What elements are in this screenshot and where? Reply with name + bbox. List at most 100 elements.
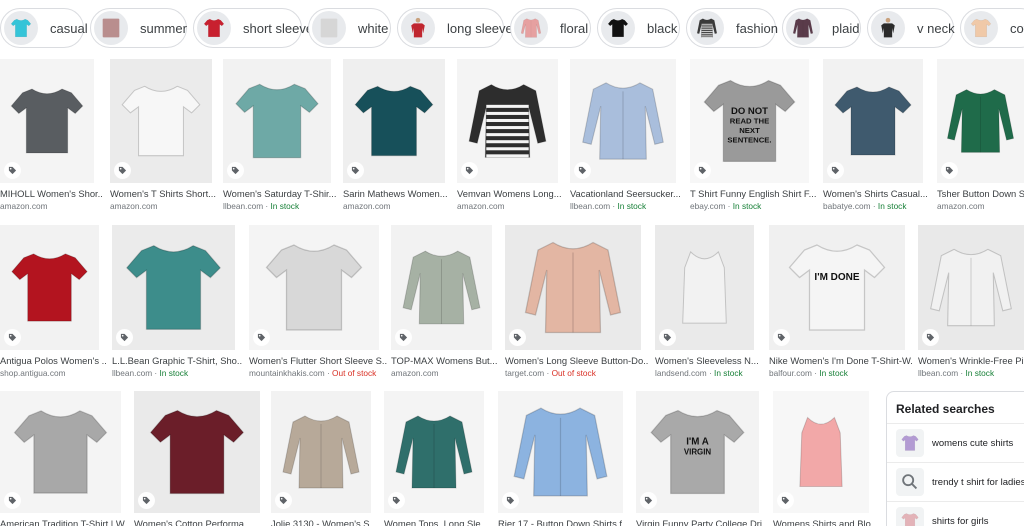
related-search-item[interactable]: womens cute shirts — [887, 423, 1024, 462]
result-meta: llbean.com · In stock — [918, 368, 1024, 378]
result-title[interactable]: Women's Wrinkle-Free Pinpoi... — [918, 355, 1024, 366]
chip-thumbnail — [401, 11, 435, 45]
result-title[interactable]: American Tradition T-Shirt | W... — [0, 518, 129, 526]
result-source: landsend.com — [655, 368, 707, 378]
chip-thumbnail — [964, 11, 998, 45]
product-tag-icon — [574, 162, 591, 179]
filter-chip-black[interactable]: black — [597, 8, 680, 48]
result-image[interactable] — [249, 225, 379, 350]
result-card[interactable]: Women's Long Sleeve Button-Do... target.c… — [505, 225, 649, 380]
result-card[interactable]: DO NOT READ THE NEXT SENTENCE. T Shirt Funny… — [690, 59, 816, 213]
product-tag-icon — [4, 329, 21, 346]
result-title[interactable]: Women's T Shirts Short... — [110, 188, 220, 199]
filter-chip-v-neck[interactable]: v neck — [867, 8, 955, 48]
meta-separator: · — [263, 201, 271, 211]
related-search-label: womens cute shirts — [932, 437, 1014, 449]
chip-thumbnail — [871, 11, 905, 45]
result-card[interactable]: Women's Saturday T-Shir... llbean.com · I… — [223, 59, 336, 213]
result-title[interactable]: Vacationland Seersucker... — [570, 188, 684, 199]
result-title[interactable]: Women's Shirts Casual... — [823, 188, 931, 199]
filter-chip-short-sleeve[interactable]: short sleeve — [193, 8, 313, 48]
product-tag-icon — [502, 492, 519, 509]
result-title[interactable]: MIHOLL Women's Shor... — [0, 188, 102, 199]
result-title[interactable]: Women's Saturday T-Shir... — [223, 188, 339, 199]
filter-chip-white[interactable]: white — [308, 8, 391, 48]
result-source: shop.antigua.com — [0, 368, 66, 378]
svg-text:NEXT: NEXT — [739, 126, 760, 135]
related-search-item[interactable]: shirts for girls — [887, 501, 1024, 526]
filter-chip-plaid[interactable]: plaid — [782, 8, 861, 48]
result-title[interactable]: Rjer 17 - Button Down Shirts f... — [498, 518, 631, 526]
result-image[interactable] — [505, 225, 641, 350]
result-card[interactable]: Women's Sleeveless N... landsend.com · In… — [655, 225, 759, 380]
result-title[interactable]: Antigua Polos Women's ... — [0, 355, 107, 366]
filter-chip-cotto[interactable]: cotto — [960, 8, 1024, 48]
result-source: balfour.com — [769, 368, 812, 378]
filter-chip-summer[interactable]: summer — [90, 8, 187, 48]
result-card[interactable]: L.L.Bean Graphic T-Shirt, Sho... llbean.c… — [112, 225, 243, 380]
result-card[interactable]: Women's T Shirts Short... amazon.com — [110, 59, 216, 213]
result-source: amazon.com — [343, 201, 391, 211]
result-meta: balfour.com · In stock — [769, 368, 913, 378]
result-source: babatye.com — [823, 201, 871, 211]
result-card[interactable]: I'M DONE Nike Women's I'm Done T-Shirt-W.… — [769, 225, 913, 380]
filter-chip-casual[interactable]: casual — [0, 8, 88, 48]
result-card[interactable]: I'M A VIRGIN Virgin Funny Party College Dr… — [636, 391, 767, 526]
result-title[interactable]: Virgin Funny Party College Dri... — [636, 518, 767, 526]
result-title[interactable]: Nike Women's I'm Done T-Shirt-W... — [769, 355, 913, 366]
product-tag-icon — [777, 492, 794, 509]
chip-label: plaid — [832, 20, 860, 36]
search-icon — [896, 468, 924, 496]
product-tag-icon — [4, 162, 21, 179]
product-tag-icon — [275, 492, 292, 509]
result-card[interactable]: TOP-MAX Womens But... amazon.com — [391, 225, 497, 380]
result-card[interactable]: Sarin Mathews Women... amazon.com — [343, 59, 448, 213]
filter-chip-fashion[interactable]: fashion — [686, 8, 778, 48]
filter-chip-bar: casual summer short sleeve white long sleeve… — [0, 0, 1024, 56]
result-title[interactable]: Tsher Button Down Shi... — [937, 188, 1024, 199]
result-title[interactable]: T Shirt Funny English Shirt F... — [690, 188, 817, 199]
chip-label: black — [647, 20, 678, 36]
result-card[interactable]: Women Tops, Long Sle... — [384, 391, 488, 526]
result-source: llbean.com — [570, 201, 611, 211]
result-title[interactable]: Womens Shirts and Blo... — [773, 518, 877, 526]
svg-text:DO NOT: DO NOT — [731, 106, 768, 117]
result-title[interactable]: Sarin Mathews Women... — [343, 188, 453, 199]
product-tag-icon — [347, 162, 364, 179]
result-title[interactable]: Women's Flutter Short Sleeve S... — [249, 355, 387, 366]
product-tag-icon — [461, 162, 478, 179]
result-source: llbean.com — [112, 368, 153, 378]
result-meta: llbean.com · In stock — [570, 201, 684, 211]
result-source: mountainkhakis.com — [249, 368, 325, 378]
result-title[interactable]: TOP-MAX Womens But... — [391, 355, 500, 366]
stock-status: In stock — [877, 201, 907, 211]
result-card[interactable]: MIHOLL Women's Shor... amazon.com — [0, 59, 102, 213]
result-card[interactable]: Women's Wrinkle-Free Pinpoi... llbean.com… — [918, 225, 1024, 380]
result-card[interactable]: Tsher Button Down Shi... amazon.com — [937, 59, 1024, 213]
meta-separator: · — [870, 201, 878, 211]
result-title[interactable]: Women's Cotton Performa... — [134, 518, 268, 526]
filter-chip-floral[interactable]: floral — [510, 8, 591, 48]
result-card[interactable]: Women's Shirts Casual... babatye.com · In… — [823, 59, 928, 213]
result-title[interactable]: Women Tops, Long Sle... — [384, 518, 492, 526]
result-card[interactable]: American Tradition T-Shirt | W... — [0, 391, 129, 526]
result-title[interactable]: Vemvan Womens Long... — [457, 188, 566, 199]
filter-chip-long-sleeve[interactable]: long sleeve — [397, 8, 513, 48]
result-card[interactable]: Jolie 3130 - Women's S... — [271, 391, 377, 526]
result-card[interactable]: Vemvan Womens Long... amazon.com — [457, 59, 562, 213]
result-title[interactable]: Jolie 3130 - Women's S... — [271, 518, 379, 526]
result-title[interactable]: Women's Long Sleeve Button-Do... — [505, 355, 649, 366]
result-card[interactable]: Women's Cotton Performa... — [134, 391, 260, 526]
related-search-item[interactable]: trendy t shirt for ladies — [887, 462, 1024, 501]
result-card[interactable]: Womens Shirts and Blo... — [773, 391, 877, 526]
result-image[interactable]: I'M DONE — [769, 225, 905, 350]
result-card[interactable]: Vacationland Seersucker... llbean.com · I… — [570, 59, 681, 213]
meta-separator: · — [706, 368, 715, 378]
result-card[interactable]: Antigua Polos Women's ... shop.antigua.co… — [0, 225, 107, 380]
result-title[interactable]: Women's Sleeveless N... — [655, 355, 762, 366]
result-card[interactable]: Rjer 17 - Button Down Shirts f... — [498, 391, 630, 526]
result-title[interactable]: L.L.Bean Graphic T-Shirt, Sho... — [112, 355, 243, 366]
chip-thumbnail — [514, 11, 548, 45]
related-search-label: shirts for girls — [932, 515, 989, 526]
result-card[interactable]: Women's Flutter Short Sleeve S... mountai… — [249, 225, 387, 380]
